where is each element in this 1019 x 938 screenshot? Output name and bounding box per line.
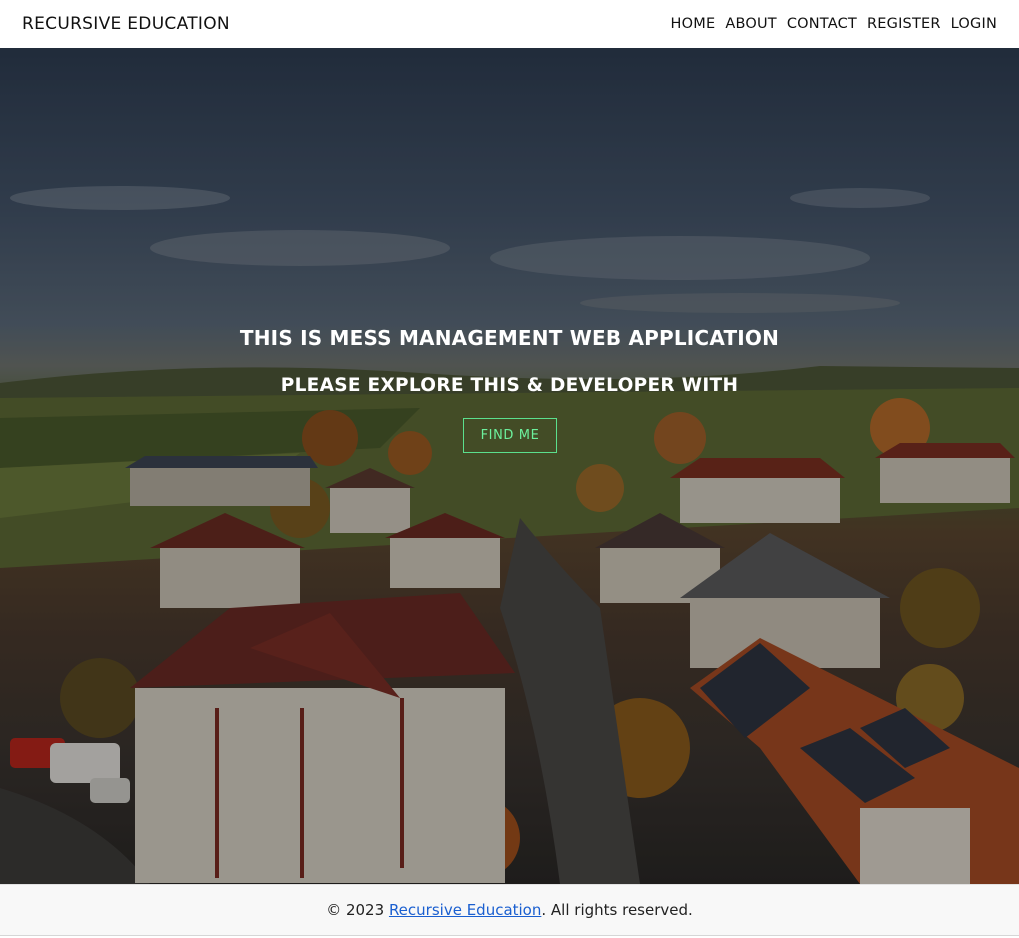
find-me-button[interactable]: FIND ME <box>463 418 557 453</box>
nav-home-link[interactable]: HOME <box>671 16 716 32</box>
nav-register-link[interactable]: REGISTER <box>867 16 941 32</box>
footer-rights-text: . All rights reserved. <box>541 901 693 919</box>
hero-subtitle: PLEASE EXPLORE THIS & DEVELOPER WITH <box>280 375 739 396</box>
footer-brand-link[interactable]: Recursive Education <box>389 901 541 919</box>
navbar: RECURSIVE EDUCATION HOME ABOUT CONTACT R… <box>0 0 1019 48</box>
footer-copyright-prefix: © 2023 <box>326 901 385 919</box>
nav-about-link[interactable]: ABOUT <box>725 16 777 32</box>
footer: © 2023 Recursive Education. All rights r… <box>0 884 1019 936</box>
hero-section: THIS IS MESS MANAGEMENT WEB APPLICATION … <box>0 48 1019 884</box>
nav-login-link[interactable]: LOGIN <box>951 16 997 32</box>
brand-logo-text[interactable]: RECURSIVE EDUCATION <box>22 14 230 34</box>
nav-links: HOME ABOUT CONTACT REGISTER LOGIN <box>671 16 997 32</box>
hero-content: THIS IS MESS MANAGEMENT WEB APPLICATION … <box>0 48 1019 884</box>
hero-title: THIS IS MESS MANAGEMENT WEB APPLICATION <box>239 326 780 350</box>
nav-contact-link[interactable]: CONTACT <box>787 16 857 32</box>
